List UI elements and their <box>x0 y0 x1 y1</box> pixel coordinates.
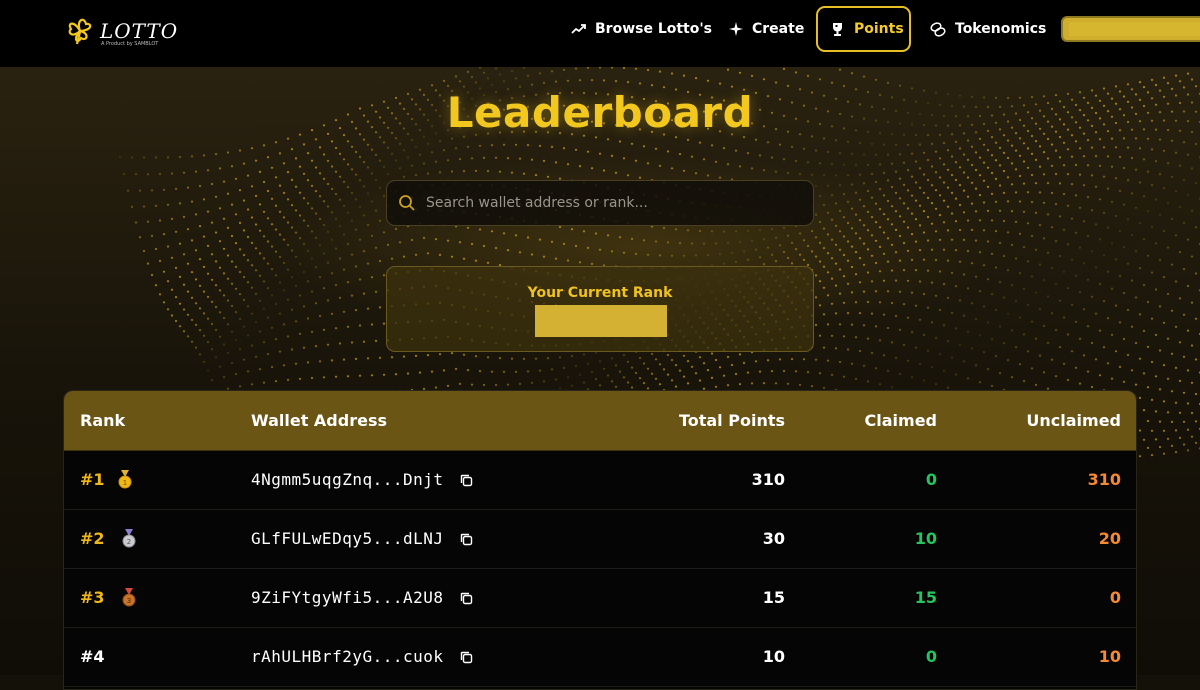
nav-tokenomics-label: Tokenomics <box>955 21 1047 37</box>
rank-cell: #4 <box>80 647 105 666</box>
nav-create-label: Create <box>752 21 805 37</box>
silver-medal-icon: 2 <box>122 529 136 553</box>
wallet-address: 9ZiFYtgyWfi5...A2U8 <box>251 588 444 607</box>
header-unclaimed: Unclaimed <box>1026 411 1121 430</box>
current-rank-label: Your Current Rank <box>527 285 673 301</box>
nav-create[interactable]: Create <box>729 8 804 50</box>
rank-cell: #3 <box>80 588 105 607</box>
unclaimed-cell: 20 <box>1098 529 1121 548</box>
connect-wallet-button[interactable] <box>1061 16 1200 42</box>
unclaimed-cell: 10 <box>1098 647 1121 666</box>
gold-medal-icon: 1 <box>118 470 132 494</box>
rank-cell: #1 <box>80 470 105 489</box>
table-header: Rank Wallet Address Total Points Claimed… <box>64 391 1136 451</box>
trophy-icon <box>830 22 845 37</box>
nav-tokenomics[interactable]: Tokenomics <box>930 8 1046 50</box>
coins-icon <box>930 21 946 37</box>
total-points-cell: 30 <box>762 529 785 548</box>
header-wallet: Wallet Address <box>251 411 387 430</box>
current-rank-card: Your Current Rank <box>386 266 814 352</box>
nav-points[interactable]: Points <box>816 6 911 52</box>
header-claimed: Claimed <box>864 411 937 430</box>
table-row: #4 rAhULHBrf2yG...cuok 10 0 10 <box>64 628 1136 687</box>
rank-cell: #2 <box>80 529 105 548</box>
nav-browse-lottos[interactable]: Browse Lotto's <box>571 8 712 50</box>
bronze-medal-icon: 3 <box>122 588 136 612</box>
header-rank: Rank <box>80 411 126 430</box>
copy-icon[interactable] <box>460 590 473 609</box>
wallet-address: 4Ngmm5uqgZnq...Dnjt <box>251 470 444 489</box>
leaderboard-table: Rank Wallet Address Total Points Claimed… <box>63 390 1137 690</box>
sparkle-icon <box>729 22 743 36</box>
current-rank-value <box>535 305 667 337</box>
search-bar <box>386 180 814 226</box>
table-row: #2 2 GLfFULwEDqy5...dLNJ 30 10 20 <box>64 510 1136 569</box>
header-total-points: Total Points <box>678 411 785 430</box>
svg-text:3: 3 <box>127 597 131 605</box>
total-points-cell: 15 <box>762 588 785 607</box>
unclaimed-cell: 310 <box>1087 470 1121 489</box>
clover-icon <box>68 18 92 45</box>
claimed-cell: 10 <box>914 529 937 548</box>
table-row: #1 1 4Ngmm5uqgZnq...Dnjt 310 0 310 <box>64 451 1136 510</box>
logo-text: LOTTO <box>100 19 179 43</box>
nav-points-label: Points <box>854 21 904 37</box>
wallet-address: GLfFULwEDqy5...dLNJ <box>251 529 444 548</box>
svg-text:2: 2 <box>127 538 131 546</box>
table-row: #3 3 9ZiFYtgyWfi5...A2U8 15 15 0 <box>64 569 1136 628</box>
copy-icon[interactable] <box>460 531 473 550</box>
page-title: Leaderboard <box>446 88 754 137</box>
nav-browse-lottos-label: Browse Lotto's <box>595 21 712 37</box>
claimed-cell: 0 <box>925 470 937 489</box>
top-navbar: LOTTO A Product by SAMBLOT Browse Lotto'… <box>0 0 1200 67</box>
unclaimed-cell: 0 <box>1109 588 1121 607</box>
claimed-cell: 15 <box>914 588 937 607</box>
search-input[interactable] <box>424 194 798 212</box>
wallet-address: rAhULHBrf2yG...cuok <box>251 647 444 666</box>
logo[interactable]: LOTTO A Product by SAMBLOT <box>64 13 178 49</box>
svg-text:1: 1 <box>123 479 127 487</box>
total-points-cell: 10 <box>762 647 785 666</box>
copy-icon[interactable] <box>460 472 473 491</box>
logo-subtext: A Product by SAMBLOT <box>101 41 159 47</box>
claimed-cell: 0 <box>925 647 937 666</box>
trending-up-icon <box>571 23 586 35</box>
total-points-cell: 310 <box>751 470 785 489</box>
copy-icon[interactable] <box>460 649 473 668</box>
search-icon <box>398 194 416 212</box>
